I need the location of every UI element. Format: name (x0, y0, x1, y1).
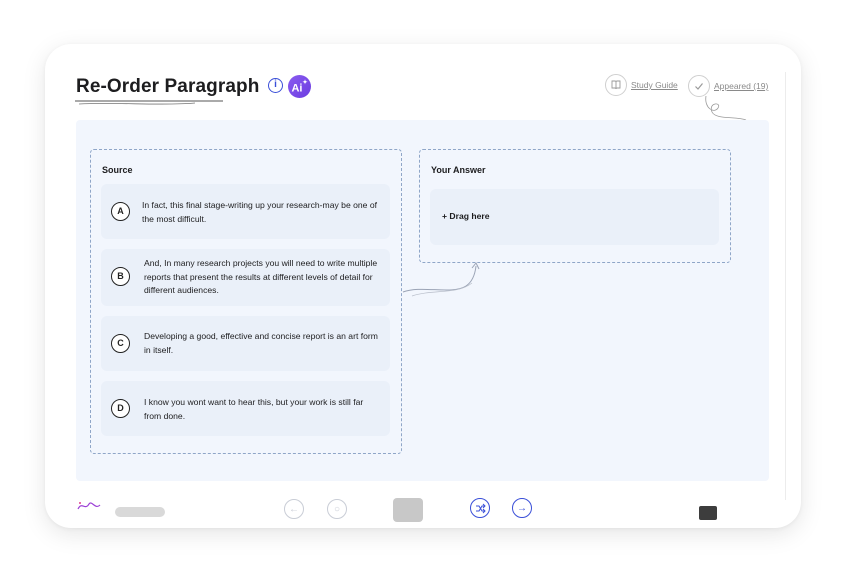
ai-icon[interactable]: Ai✦ (288, 75, 311, 98)
item-text: Developing a good, effective and concise… (144, 331, 378, 355)
drop-label: + Drag here (442, 211, 490, 221)
workspace-panel: Source A In fact, this final stage-writi… (76, 120, 769, 481)
page-title: Re-Order Paragraph (76, 76, 260, 97)
shuffle-icon[interactable] (470, 498, 490, 518)
record-button[interactable] (393, 498, 423, 522)
item-letter: D (111, 399, 130, 418)
item-text: In fact, this final stage-writing up you… (142, 200, 378, 224)
source-box: Source A In fact, this final stage-writi… (90, 149, 402, 454)
source-item-b[interactable]: B And, In many research projects you wil… (101, 249, 390, 306)
ai-badge-label: Ai (291, 82, 303, 95)
right-divider (785, 72, 786, 500)
item-text: I know you wont want to hear this, but y… (144, 397, 364, 421)
source-title: Source (102, 165, 133, 175)
title-underline (75, 100, 223, 105)
study-guide-link[interactable]: Study Guide (605, 74, 678, 96)
arrow-right-icon[interactable]: → (512, 498, 532, 518)
search-icon[interactable]: ○ (327, 499, 347, 519)
progress-pill (115, 507, 165, 517)
source-item-c[interactable]: C Developing a good, effective and conci… (101, 316, 390, 371)
drop-zone[interactable]: + Drag here (430, 189, 719, 245)
book-icon (605, 74, 627, 96)
answer-box: Your Answer + Drag here (419, 149, 731, 263)
footer-toolbar: ← ○ → (45, 496, 801, 528)
info-icon[interactable]: i (268, 78, 283, 93)
appeared-label: Appeared (19) (714, 81, 769, 91)
item-letter: C (111, 334, 130, 353)
item-text: And, In many research projects you will … (144, 258, 378, 295)
item-letter: A (111, 202, 130, 221)
item-letter: B (111, 267, 130, 286)
dark-button[interactable] (699, 506, 717, 520)
drag-arrow-icon (402, 262, 480, 297)
arrow-left-icon[interactable]: ← (284, 499, 304, 519)
source-item-d[interactable]: D I know you wont want to hear this, but… (101, 381, 390, 436)
study-guide-label: Study Guide (631, 80, 678, 90)
scribble-icon (77, 502, 101, 510)
source-item-a[interactable]: A In fact, this final stage-writing up y… (101, 184, 390, 239)
question-card: Re-Order Paragraph i Ai✦ Study Guide App… (45, 44, 801, 528)
answer-title: Your Answer (431, 165, 486, 175)
